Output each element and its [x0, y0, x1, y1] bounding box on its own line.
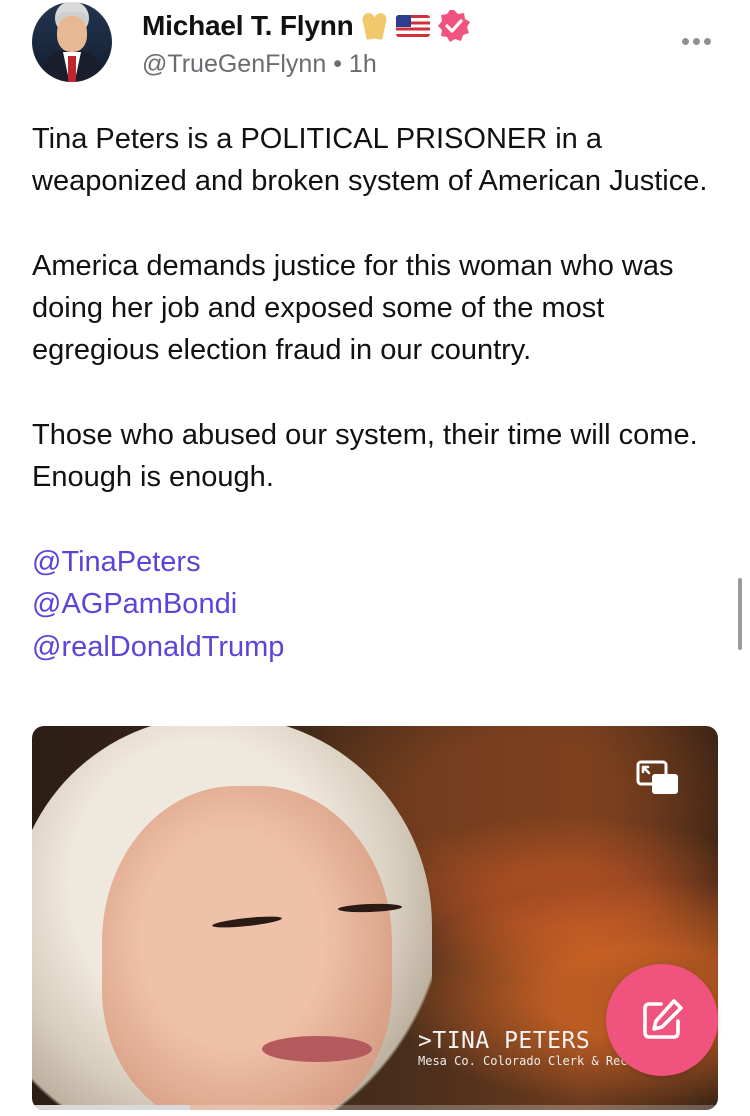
author-handle-row: @TrueGenFlynn • 1h: [142, 50, 377, 79]
compose-button[interactable]: [606, 964, 718, 1076]
author-display-name[interactable]: Michael T. Flynn: [142, 10, 354, 42]
author-handle[interactable]: @TrueGenFlynn: [142, 50, 326, 78]
video-caption-title: >TINA PETERS: [418, 1028, 591, 1054]
video-frame-face: [102, 786, 403, 1110]
author-avatar[interactable]: [32, 2, 112, 82]
video-player[interactable]: >TINA PETERS Mesa Co. Colorado Clerk & R…: [32, 726, 718, 1110]
mention-link[interactable]: @TinaPeters: [32, 541, 722, 583]
post-timestamp: 1h: [348, 50, 377, 78]
video-progress-fill: [32, 1105, 190, 1110]
folded-hands-emoji-icon: [360, 11, 390, 41]
more-options-icon[interactable]: [682, 34, 714, 48]
picture-in-picture-icon[interactable]: [636, 760, 680, 796]
handle-separator: •: [333, 50, 342, 78]
compose-icon: [643, 999, 683, 1039]
mention-link[interactable]: @realDonaldTrump: [32, 626, 722, 668]
us-flag-emoji-icon: [395, 15, 430, 37]
verified-badge-icon: [436, 8, 472, 44]
post-paragraph: Those who abused our system, their time …: [32, 419, 698, 494]
scrollbar-thumb[interactable]: [738, 578, 742, 650]
video-progress-bar[interactable]: [32, 1105, 718, 1110]
post-paragraph: Tina Peters is a POLITICAL PRISONER in a…: [32, 123, 708, 198]
post-body: Tina Peters is a POLITICAL PRISONER in a…: [32, 118, 722, 668]
author-name-row: Michael T. Flynn: [142, 8, 472, 44]
post-paragraph: America demands justice for this woman w…: [32, 249, 674, 367]
mention-link[interactable]: @AGPamBondi: [32, 583, 722, 625]
